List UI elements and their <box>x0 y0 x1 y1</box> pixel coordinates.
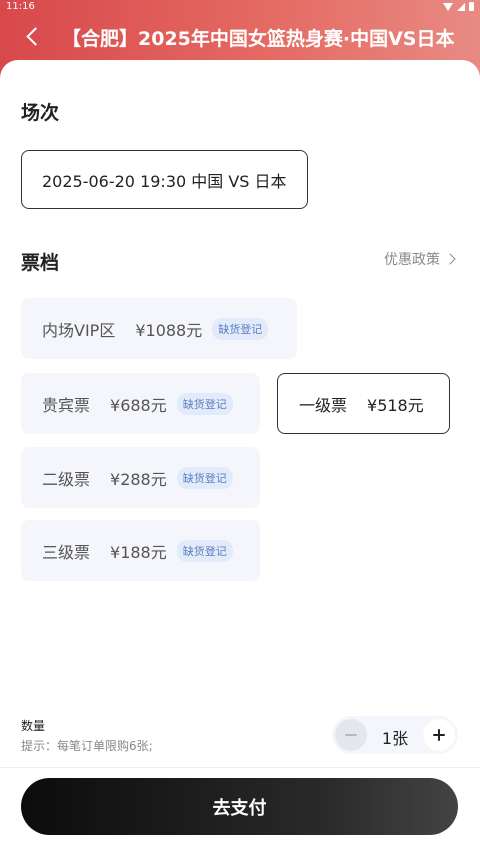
decrease-quantity-button[interactable] <box>335 719 367 751</box>
session-option-label: 2025-06-20 19:30 中国 VS 日本 <box>42 171 287 191</box>
wifi-icon <box>443 2 453 11</box>
tier-price: ¥188元 <box>110 542 167 562</box>
tier-price: ¥288元 <box>110 469 167 489</box>
pay-button[interactable]: 去支付 <box>21 778 458 835</box>
minus-icon <box>345 733 357 737</box>
stockout-register-badge[interactable]: 缺货登记 <box>176 466 233 489</box>
tier-price: ¥688元 <box>110 395 167 415</box>
stockout-register-badge[interactable]: 缺货登记 <box>176 539 233 562</box>
tier-option-third-class[interactable]: 三级票 ¥188元 缺货登记 <box>21 520 260 581</box>
status-bar: 11:16 <box>0 0 480 14</box>
tier-option-guest[interactable]: 贵宾票 ¥688元 缺货登记 <box>21 373 260 434</box>
chevron-right-icon <box>444 253 456 265</box>
back-button[interactable] <box>18 22 46 50</box>
signal-icon <box>457 2 465 11</box>
header: 【合肥】2025年中国女篮热身赛·中国VS日本 <box>0 14 480 58</box>
tier-name: 贵宾票 <box>42 395 91 415</box>
tier-name: 三级票 <box>42 542 91 562</box>
page-title: 【合肥】2025年中国女篮热身赛·中国VS日本 <box>62 28 455 50</box>
status-icons <box>443 2 474 11</box>
quantity-hint: 提示：每笔订单限购6张; <box>21 739 153 753</box>
chevron-left-icon <box>25 26 45 46</box>
stockout-register-badge[interactable]: 缺货登记 <box>176 392 233 415</box>
tier-price: ¥1088元 <box>135 320 203 340</box>
quantity-stepper: 1张 <box>332 716 458 754</box>
plus-icon-vertical <box>437 729 441 741</box>
tier-option-first-class[interactable]: 一级票 ¥518元 <box>277 373 450 434</box>
discount-policy-link[interactable]: 优惠政策 <box>384 249 456 269</box>
increase-quantity-button[interactable] <box>423 719 455 751</box>
session-option[interactable]: 2025-06-20 19:30 中国 VS 日本 <box>21 150 308 209</box>
battery-icon <box>469 2 474 11</box>
session-section-title: 场次 <box>21 102 60 124</box>
tier-option-vip[interactable]: 内场VIP区 ¥1088元 缺货登记 <box>21 298 297 359</box>
stockout-register-badge[interactable]: 缺货登记 <box>212 317 269 340</box>
tier-name: 内场VIP区 <box>42 320 116 340</box>
bottom-divider <box>0 767 480 768</box>
tier-section-title: 票档 <box>21 252 60 274</box>
tier-option-second-class[interactable]: 二级票 ¥288元 缺货登记 <box>21 447 260 508</box>
tier-name: 一级票 <box>299 395 348 415</box>
discount-policy-label: 优惠政策 <box>384 252 440 268</box>
quantity-value: 1张 <box>381 729 409 748</box>
tier-name: 二级票 <box>42 469 91 489</box>
quantity-label: 数量 <box>21 719 46 733</box>
status-time: 11:16 <box>6 1 35 12</box>
tier-price: ¥518元 <box>367 395 424 415</box>
